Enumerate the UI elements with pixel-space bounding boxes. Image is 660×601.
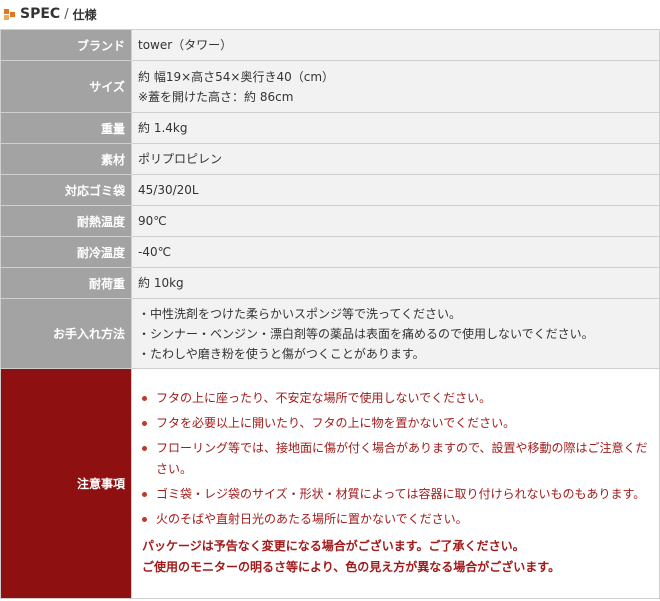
value-line: ・たわしや磨き粉を使うと傷がつくことがあります。 bbox=[138, 346, 425, 361]
caution-text: フタを必要以上に開いたり、フタの上に物を置かないでください。 bbox=[156, 415, 516, 430]
value-line: ・中性洗剤をつけた柔らかいスポンジ等で洗ってください。 bbox=[138, 306, 462, 321]
red-dot-icon bbox=[142, 395, 147, 401]
row-weight: 重量 約 1.4kg bbox=[0, 112, 660, 144]
row-label: 重量 bbox=[0, 112, 132, 144]
caution-list: フタの上に座ったり、不安定な場所で使用しないでください。 フタを必要以上に開いた… bbox=[140, 388, 653, 530]
red-dot-icon bbox=[142, 491, 147, 497]
notice-text: ご使用のモニターの明るさ等により、色の見え方が異なる場合がございます。 bbox=[142, 559, 561, 574]
row-label: 注意事項 bbox=[0, 368, 132, 599]
row-care: お手入れ方法 ・中性洗剤をつけた柔らかいスポンジ等で洗ってください。 ・シンナー… bbox=[0, 298, 660, 369]
row-value: ポリプロピレン bbox=[131, 143, 660, 175]
caution-content: フタの上に座ったり、不安定な場所で使用しないでください。 フタを必要以上に開いた… bbox=[131, 368, 660, 599]
row-value: 約 幅19×高さ54×奥行き40（cm） ※蓋を開けた高さ：約 86cm bbox=[131, 60, 660, 113]
spec-subtitle: 仕様 bbox=[72, 7, 97, 22]
row-value: 90℃ bbox=[131, 205, 660, 237]
value-line: 約 10kg bbox=[138, 276, 184, 290]
value-line: 90℃ bbox=[138, 214, 167, 228]
caution-text: フタの上に座ったり、不安定な場所で使用しないでください。 bbox=[156, 390, 492, 405]
red-dot-icon bbox=[142, 445, 147, 451]
row-label: 対応ゴミ袋 bbox=[0, 174, 132, 206]
row-value: 45/30/20L bbox=[131, 174, 660, 206]
caution-text: ゴミ袋・レジ袋のサイズ・形状・材質によっては容器に取り付けられないものもあります… bbox=[156, 486, 646, 501]
row-heat-resistance: 耐熱温度 90℃ bbox=[0, 205, 660, 237]
spec-table: ブランド tower（タワー） サイズ 約 幅19×高さ54×奥行き40（cm）… bbox=[0, 29, 660, 599]
caution-text: フローリング等では、接地面に傷が付く場合がありますので、設置や移動の際はご注意く… bbox=[156, 440, 648, 476]
red-dot-icon bbox=[142, 516, 147, 522]
row-value: tower（タワー） bbox=[131, 29, 660, 61]
red-dot-icon bbox=[142, 420, 147, 426]
row-value: -40℃ bbox=[131, 236, 660, 268]
row-label: 耐熱温度 bbox=[0, 205, 132, 237]
value-line: ポリプロピレン bbox=[138, 152, 223, 166]
row-value: ・中性洗剤をつけた柔らかいスポンジ等で洗ってください。 ・シンナー・ベンジン・漂… bbox=[131, 298, 660, 369]
row-bag-size: 対応ゴミ袋 45/30/20L bbox=[0, 174, 660, 206]
row-load-capacity: 耐荷重 約 10kg bbox=[0, 267, 660, 299]
row-label: 素材 bbox=[0, 143, 132, 175]
caution-item: フタを必要以上に開いたり、フタの上に物を置かないでください。 bbox=[140, 413, 653, 434]
orange-squares-icon bbox=[4, 8, 15, 20]
value-line: 45/30/20L bbox=[138, 183, 199, 197]
value-line: 約 1.4kg bbox=[138, 121, 188, 135]
value-line: 約 幅19×高さ54×奥行き40（cm） bbox=[138, 69, 335, 84]
row-label: 耐冷温度 bbox=[0, 236, 132, 268]
caution-text: 火のそばや直射日光のあたる場所に置かないでください。 bbox=[156, 511, 468, 526]
notice-text: パッケージは予告なく変更になる場合がございます。ご了承ください。 bbox=[142, 538, 525, 553]
row-size: サイズ 約 幅19×高さ54×奥行き40（cm） ※蓋を開けた高さ：約 86cm bbox=[0, 60, 660, 113]
row-value: 約 10kg bbox=[131, 267, 660, 299]
title-separator: / bbox=[64, 6, 69, 22]
caution-item: フタの上に座ったり、不安定な場所で使用しないでください。 bbox=[140, 388, 653, 409]
caution-item: 火のそばや直射日光のあたる場所に置かないでください。 bbox=[140, 509, 653, 530]
row-label: ブランド bbox=[0, 29, 132, 61]
row-label: 耐荷重 bbox=[0, 267, 132, 299]
row-cautions: 注意事項 フタの上に座ったり、不安定な場所で使用しないでください。 フタを必要以… bbox=[0, 368, 660, 599]
caution-item: フローリング等では、接地面に傷が付く場合がありますので、設置や移動の際はご注意く… bbox=[140, 438, 653, 480]
row-label: サイズ bbox=[0, 60, 132, 113]
value-line: tower（タワー） bbox=[138, 38, 233, 52]
row-material: 素材 ポリプロピレン bbox=[0, 143, 660, 175]
value-line: ・シンナー・ベンジン・漂白剤等の薬品は表面を痛めるので使用しないでください。 bbox=[138, 326, 594, 341]
row-cold-resistance: 耐冷温度 -40℃ bbox=[0, 236, 660, 268]
row-brand: ブランド tower（タワー） bbox=[0, 29, 660, 61]
value-line: -40℃ bbox=[138, 245, 172, 259]
row-value: 約 1.4kg bbox=[131, 112, 660, 144]
spec-header: SPEC / 仕様 bbox=[0, 0, 660, 28]
row-label: お手入れ方法 bbox=[0, 298, 132, 369]
caution-item: ゴミ袋・レジ袋のサイズ・形状・材質によっては容器に取り付けられないものもあります… bbox=[140, 484, 653, 505]
value-line: ※蓋を開けた高さ：約 86cm bbox=[138, 89, 294, 104]
spec-title: SPEC bbox=[20, 6, 61, 22]
